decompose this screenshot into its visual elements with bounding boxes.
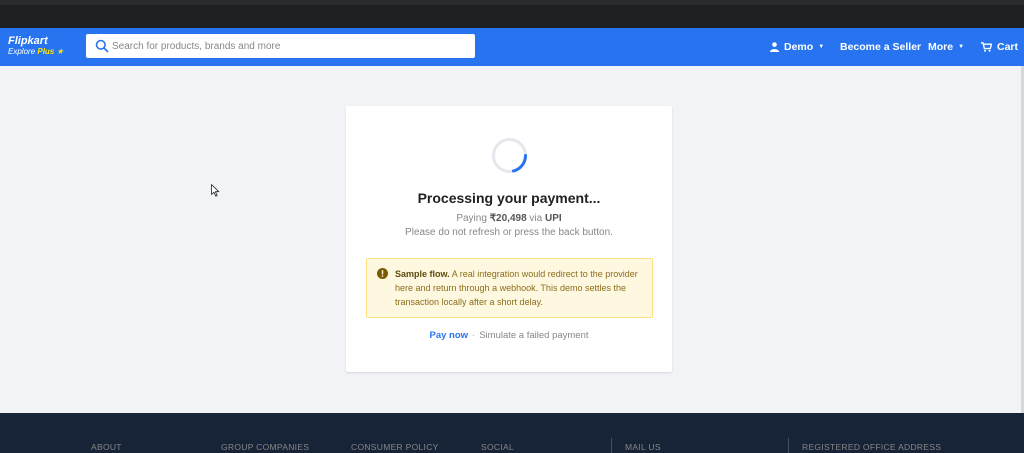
warning-icon — [377, 268, 388, 279]
flipkart-logo[interactable]: Flipkart Explore Plus ★ — [8, 35, 64, 57]
caret-down-icon: ▼ — [958, 44, 965, 50]
payment-actions: Pay now · Simulate a failed payment — [346, 330, 672, 341]
paying-via: via — [529, 213, 543, 224]
nav-cart[interactable]: Cart — [981, 28, 1018, 66]
nav-more-menu[interactable]: More ▼ — [928, 28, 964, 66]
browser-top-strip — [0, 0, 1024, 28]
nav-more-label: More — [928, 41, 954, 53]
cart-icon — [981, 42, 992, 52]
paying-prefix: Paying — [456, 213, 487, 224]
footer-heading-consumer-policy: CONSUMER POLICY — [351, 442, 439, 452]
search-input[interactable] — [112, 34, 467, 58]
nav-user-label: Demo — [784, 41, 814, 53]
processing-title: Processing your payment... — [417, 190, 601, 206]
browser-top-strip-inner — [0, 5, 1024, 28]
sample-flow-notice: Sample flow. A real integration would re… — [366, 258, 653, 318]
payment-method: UPI — [545, 213, 562, 224]
footer-divider — [611, 438, 612, 453]
caret-down-icon: ▼ — [818, 44, 825, 50]
footer-heading-group-companies: GROUP COMPANIES — [221, 442, 310, 452]
payment-amount: ₹20,498 — [489, 213, 527, 224]
simulate-failed-payment-link[interactable]: Simulate a failed payment — [479, 330, 588, 341]
logo-tagline: Explore Plus ★ — [8, 47, 64, 57]
footer-divider — [788, 438, 789, 453]
notice-text: Sample flow. A real integration would re… — [395, 267, 645, 309]
logo-brand: Flipkart — [8, 35, 48, 47]
nav-user-menu[interactable]: Demo ▼ — [770, 28, 824, 66]
spinner-icon — [492, 138, 527, 173]
footer: ABOUT GROUP COMPANIES CONSUMER POLICY SO… — [0, 413, 1024, 453]
actions-separator: · — [472, 330, 476, 341]
nav-seller-label: Become a Seller — [840, 41, 922, 53]
search-bar[interactable] — [86, 34, 475, 58]
footer-heading-social: SOCIAL — [481, 442, 514, 452]
logo-tagline-explore: Explore — [8, 47, 36, 56]
plus-star-icon: ★ — [56, 47, 64, 56]
logo-tagline-plus: Plus — [37, 47, 55, 56]
nav-cart-label: Cart — [997, 41, 1019, 53]
refresh-warning: Please do not refresh or press the back … — [405, 227, 613, 238]
footer-heading-registered-office: REGISTERED OFFICE ADDRESS — [802, 442, 942, 452]
user-icon — [770, 42, 779, 52]
pay-now-link[interactable]: Pay now — [429, 330, 468, 341]
footer-heading-mail-us: MAIL US — [625, 442, 661, 452]
nav-become-seller[interactable]: Become a Seller — [840, 28, 921, 66]
payment-processing-card: Processing your payment... Paying ₹20,49… — [346, 106, 672, 372]
notice-title: Sample flow. — [395, 269, 450, 279]
search-icon — [95, 39, 109, 53]
mouse-cursor-icon — [211, 184, 220, 197]
paying-summary: Paying ₹20,498 via UPI — [346, 213, 672, 224]
footer-heading-about: ABOUT — [91, 442, 122, 452]
